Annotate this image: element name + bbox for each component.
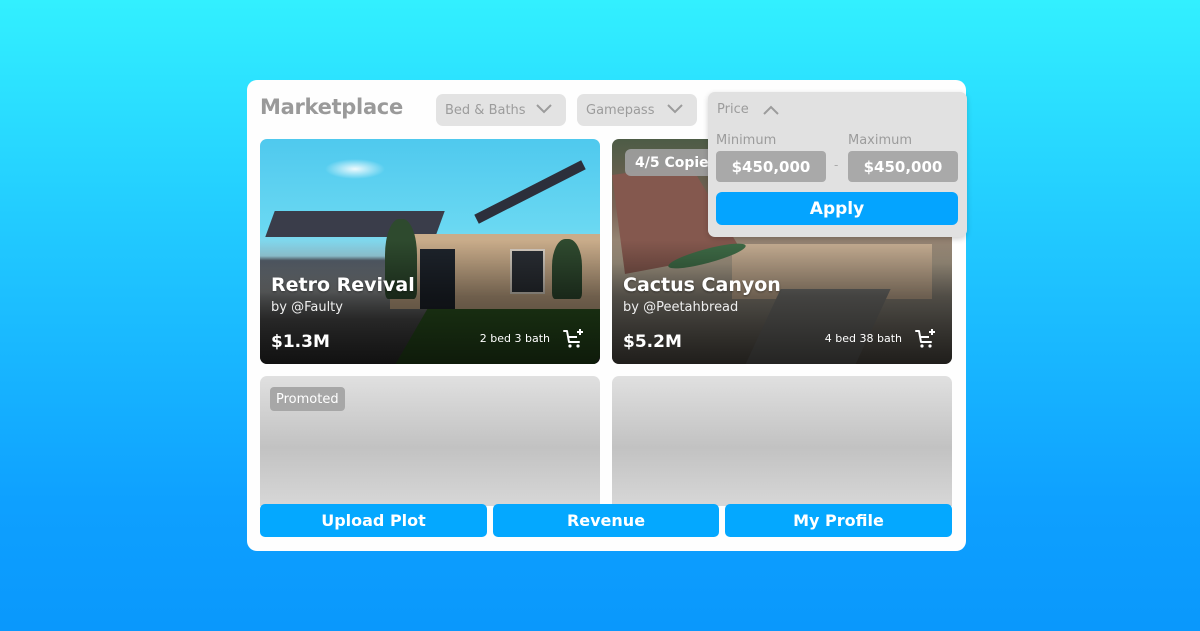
listing-card[interactable]: Retro Revival by @Faulty $1.3M 2 bed 3 b… [260, 139, 600, 364]
price-filter-toggle[interactable]: Price [717, 102, 749, 117]
chevron-up-icon[interactable] [762, 104, 780, 116]
minimum-price-input[interactable]: $450,000 [716, 151, 826, 182]
my-profile-button[interactable]: My Profile [725, 504, 952, 537]
filter-gamepass[interactable]: Gamepass [577, 94, 697, 126]
promoted-listing-placeholder[interactable]: Promoted [260, 376, 600, 506]
add-to-cart-icon[interactable] [914, 327, 936, 349]
range-separator: - [834, 158, 839, 172]
minimum-label: Minimum [716, 133, 777, 148]
chevron-down-icon [667, 104, 683, 114]
listing-price: $5.2M [623, 332, 682, 352]
maximum-label: Maximum [848, 133, 913, 148]
listing-price: $1.3M [271, 332, 330, 352]
maximum-price-input[interactable]: $450,000 [848, 151, 958, 182]
chevron-down-icon [536, 104, 552, 114]
price-filter-dropdown: Price Minimum Maximum $450,000 - $450,00… [708, 92, 967, 237]
filter-label: Bed & Baths [445, 102, 526, 118]
page-title: Marketplace [260, 95, 403, 119]
listing-beds-baths: 4 bed 38 bath [824, 332, 902, 345]
listing-beds-baths: 2 bed 3 bath [479, 332, 550, 345]
promoted-badge: Promoted [270, 387, 345, 411]
revenue-button[interactable]: Revenue [493, 504, 719, 537]
listing-placeholder[interactable] [612, 376, 952, 506]
listing-author: by @Faulty [271, 300, 343, 315]
marketplace-panel: Marketplace Bed & Baths Gamepass Price M… [247, 80, 967, 551]
apply-button[interactable]: Apply [716, 192, 958, 225]
filter-bed-baths[interactable]: Bed & Baths [436, 94, 566, 126]
filter-label: Gamepass [586, 102, 655, 118]
upload-plot-button[interactable]: Upload Plot [260, 504, 487, 537]
listing-name: Retro Revival [271, 274, 415, 296]
listing-name: Cactus Canyon [623, 274, 781, 296]
add-to-cart-icon[interactable] [562, 327, 584, 349]
listing-author: by @Peetahbread [623, 300, 739, 315]
